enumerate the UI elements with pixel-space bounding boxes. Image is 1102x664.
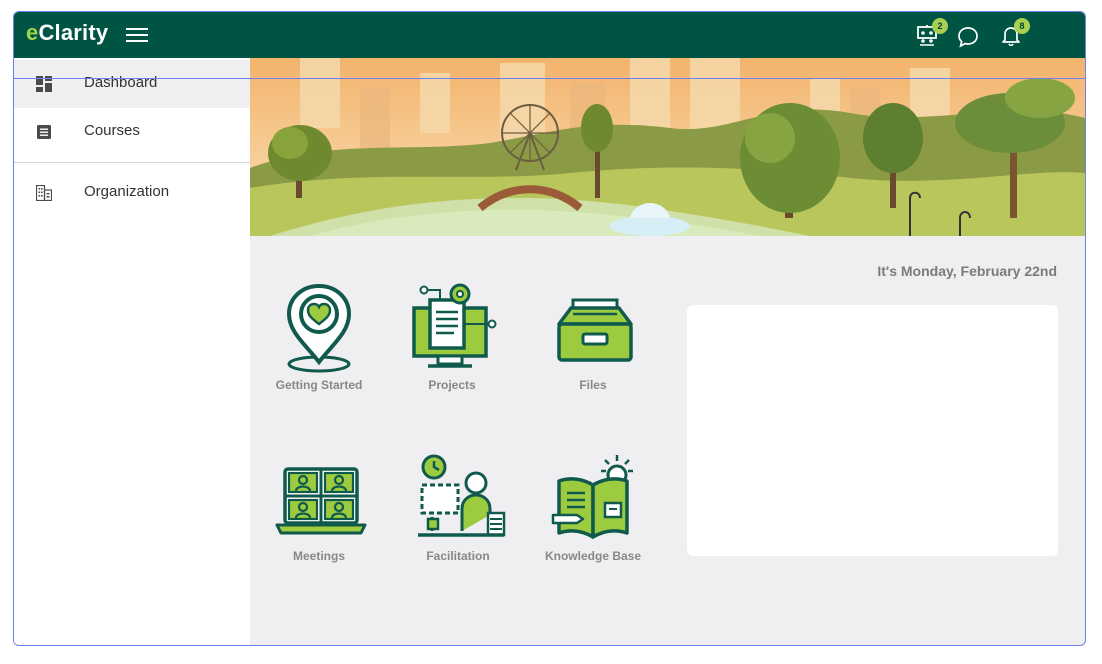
logo-prefix: e [26,20,39,45]
notifications-badge: 8 [1014,18,1030,34]
organization-icon [36,185,52,201]
logo-text: Clarity [38,20,109,45]
sidebar: Dashboard Courses Organization [14,58,250,645]
projects-badge: 2 [932,18,948,34]
app-window: eClarity 2 8 Dashboard Courses Organizat… [13,11,1086,646]
date-greeting: It's Monday, February 22nd [877,263,1057,279]
sidebar-item-label: Courses [84,122,140,139]
sidebar-item-dashboard[interactable]: Dashboard [14,60,250,108]
tile-label: Facilitation [426,549,490,563]
sidebar-item-courses[interactable]: Courses [14,108,250,156]
sidebar-item-organization[interactable]: Organization [14,169,250,217]
tile-label: Getting Started [275,378,363,392]
sidebar-divider [14,162,250,163]
park-banner-image [250,58,1085,236]
tile-label: Projects [428,378,476,392]
location-heart-icon [286,283,352,373]
presenter-icon [418,454,506,537]
menu-toggle-icon[interactable] [126,25,148,45]
monitor-document-icon [412,283,497,368]
projects-header-icon[interactable]: 2 [916,18,948,50]
tile-label: Knowledge Base [544,549,642,563]
notifications-icon[interactable]: 8 [1000,18,1030,50]
tile-label: Meetings [292,549,345,563]
content-card [687,305,1058,556]
tile-meetings[interactable]: Meetings [259,453,379,573]
tile-getting-started[interactable]: Getting Started [259,282,379,402]
tile-projects[interactable]: Projects [392,282,512,402]
video-meeting-icon [275,467,367,535]
tile-label: Files [579,378,607,392]
book-lightbulb-icon [551,455,633,539]
app-logo[interactable]: eClarity [26,20,108,46]
selection-guide-line [14,78,1085,79]
tile-facilitation[interactable]: Facilitation [398,453,518,573]
top-bar: eClarity 2 8 [14,12,1085,58]
tile-knowledge-base[interactable]: Knowledge Base [533,453,653,573]
courses-icon [37,125,51,139]
sidebar-item-label: Dashboard [84,74,158,91]
chat-icon[interactable] [957,26,983,52]
file-drawer-icon [557,298,633,362]
sidebar-item-label: Organization [84,183,170,200]
tile-files[interactable]: Files [533,282,653,402]
